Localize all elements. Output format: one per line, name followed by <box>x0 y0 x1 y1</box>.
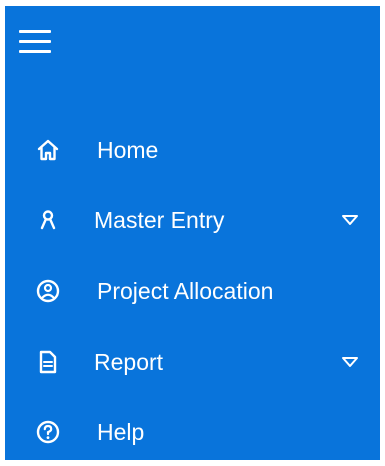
chevron-down-icon[interactable] <box>341 356 359 368</box>
user-icon <box>35 207 61 233</box>
hamburger-line <box>19 50 51 53</box>
menu-item-label: Report <box>94 349 164 375</box>
hamburger-line <box>19 40 51 43</box>
home-icon <box>35 137 61 163</box>
hamburger-line <box>19 30 51 33</box>
menu-item-project-allocation[interactable]: Project Allocation <box>5 263 380 319</box>
user-circle-icon <box>35 278 61 304</box>
menu-item-master-entry[interactable]: Master Entry <box>5 192 380 248</box>
menu-item-label: Project Allocation <box>97 278 274 304</box>
chevron-down-icon[interactable] <box>341 214 359 226</box>
sidebar-menu: Home Master Entry Project Allocation Rep… <box>5 6 380 460</box>
hamburger-icon[interactable] <box>19 27 55 57</box>
menu-item-report[interactable]: Report <box>5 334 380 390</box>
help-icon <box>35 419 61 445</box>
menu-item-label: Master Entry <box>94 207 225 233</box>
menu-item-label: Help <box>97 419 145 445</box>
menu-item-label: Home <box>97 137 159 163</box>
menu-item-help[interactable]: Help <box>5 404 380 460</box>
document-icon <box>35 349 61 375</box>
menu-item-home[interactable]: Home <box>5 122 380 178</box>
